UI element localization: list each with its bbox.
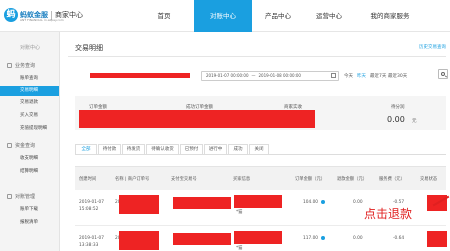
col-alipay-trade-no: 支付宝交易号 [171, 177, 197, 182]
table-header: 创建时间 名称 | 商户订单号 支付宝交易号 买家信息 订单金额（元） 退款金额… [75, 166, 446, 190]
row-refund-amount: 0.00 [353, 200, 363, 205]
sidebar-item-transactions[interactable]: 交易明细 [0, 86, 59, 96]
refund-annotation: 点击退款 [364, 207, 413, 221]
buyer-suffix: *猫 [236, 210, 243, 215]
end-date: 2019-01-08 00:00:00 [258, 73, 301, 78]
redacted-filter [90, 73, 190, 78]
summary-panel: 订单金额 成功订单金额 商家实收 待分润 0.00 元 [75, 96, 446, 130]
brand-subtitle: ANT FINANCIAL m.alipay.com [20, 18, 64, 22]
redacted-status [427, 231, 447, 247]
sidebar-group-reconcile[interactable]: 对账管理 [7, 193, 35, 200]
sidebar-group-funds[interactable]: 资金查询 [7, 142, 35, 149]
buyer-suffix: *猫 [236, 246, 243, 251]
funds-query-icon [7, 143, 12, 148]
row-order-amount: 117.00 [303, 236, 319, 241]
quick-last-30-days[interactable]: 最近30天 [388, 73, 407, 79]
redacted-buyer [234, 231, 282, 244]
date-separator: — [251, 73, 256, 78]
payment-method-icon [321, 236, 325, 240]
calendar-icon [331, 73, 336, 78]
top-bar: 蚂 蚂蚁金服 ANT FINANCIAL m.alipay.com 商家中心 首… [0, 0, 450, 32]
row-time: 15:08:52 [79, 207, 99, 212]
sidebar: 对账中心 业务查询 账单查询 交易明细 交易退款 买入交易 充值提现明细 资金查… [0, 32, 60, 251]
row-refund-amount: 0.00 [353, 236, 363, 241]
sidebar-group-business[interactable]: 业务查询 [7, 62, 35, 69]
row-order-amount: 104.00 [303, 200, 319, 205]
col-refund-amount: 退款金额（元） [337, 177, 368, 182]
redacted-trade-no [173, 233, 231, 245]
row-time: 13:38:33 [79, 243, 99, 248]
sidebar-group-label: 对账管理 [15, 194, 36, 200]
page-title: 交易明细 [75, 44, 103, 52]
nav-operations[interactable]: 运营中心 [304, 0, 354, 32]
nav-my-services[interactable]: 我的商家服务 [354, 0, 426, 32]
sidebar-item-income-expense[interactable]: 收支明细 [0, 154, 59, 164]
history-query-link[interactable]: 历史交易查询 [419, 44, 446, 50]
redacted-summary [79, 110, 315, 128]
tab-underline [75, 154, 446, 155]
redacted-order [119, 231, 159, 250]
row-date: 2019-01-07 [79, 236, 104, 241]
sidebar-item-settlement[interactable]: 结算明细 [0, 167, 59, 177]
main-nav: 首页 对账中心 产品中心 运营中心 我的商家服务 [134, 0, 426, 32]
reconcile-manage-icon [7, 194, 12, 199]
brand[interactable]: 蚂 蚂蚁金服 ANT FINANCIAL m.alipay.com 商家中心 [4, 8, 83, 22]
pending-share-unit: 元 [412, 119, 417, 124]
sidebar-item-bill-query[interactable]: 账单查询 [0, 74, 59, 84]
redacted-buyer [234, 195, 282, 208]
col-created-time: 创建时间 [79, 177, 97, 182]
date-range-picker[interactable]: 2019-01-07 00:00:00 — 2019-01-08 00:00:0… [201, 71, 339, 81]
quick-yesterday[interactable]: 昨天 [357, 73, 366, 79]
sidebar-item-refunds[interactable]: 交易退款 [0, 98, 59, 108]
col-order-amount: 订单金额（元） [295, 177, 326, 182]
sidebar-item-bill-download[interactable]: 账单下载 [0, 205, 59, 215]
row-date: 2019-01-07 [79, 200, 104, 205]
sidebar-item-tax-list[interactable]: 报税清单 [0, 218, 59, 228]
pending-share-label: 待分润 [391, 105, 405, 110]
search-button[interactable] [438, 69, 448, 79]
title-divider [68, 56, 446, 57]
ant-logo-icon: 蚂 [4, 8, 18, 22]
quick-last-7-days[interactable]: 最近7天 [370, 73, 386, 79]
nav-home[interactable]: 首页 [134, 0, 194, 32]
redacted-order [119, 195, 159, 214]
sidebar-item-topup-withdraw[interactable]: 充值提现明细 [0, 124, 59, 134]
table-row[interactable]: 2019-01-07 13:38:33 20 *猫 117.00 0.00 -0… [75, 226, 447, 251]
col-service-fee: 服务费（元） [379, 177, 405, 182]
payment-method-icon [321, 200, 325, 204]
nav-reconciliation[interactable]: 对账中心 [194, 0, 252, 32]
redacted-trade-no [173, 197, 231, 209]
pending-share-value: 0.00 [387, 115, 405, 124]
sidebar-group-label: 资金查询 [15, 143, 36, 149]
col-name-order-no: 名称 | 商户订单号 [115, 177, 150, 182]
quick-today[interactable]: 今天 [344, 73, 353, 79]
sidebar-title: 对账中心 [20, 45, 41, 51]
sidebar-group-label: 业务查询 [15, 63, 36, 69]
business-query-icon [7, 63, 12, 68]
search-icon-handle [444, 75, 448, 78]
sidebar-item-purchases[interactable]: 买入交易 [0, 111, 59, 121]
col-buyer-info: 买家信息 [233, 177, 251, 182]
col-trade-status: 交易状态 [420, 177, 438, 182]
nav-products[interactable]: 产品中心 [252, 0, 304, 32]
start-date: 2019-01-07 00:00:00 [206, 73, 249, 78]
row-service-fee: -0.64 [393, 236, 405, 241]
